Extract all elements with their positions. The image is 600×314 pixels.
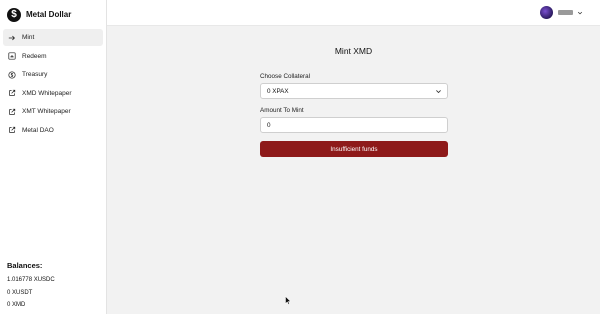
balance-line: 0 XMD: [7, 302, 26, 308]
sidebar-item-xmd-whitepaper[interactable]: XMD Whitepaper: [3, 85, 103, 102]
sidebar-item-mint[interactable]: Mint: [3, 29, 103, 46]
balances-title: Balances:: [7, 261, 43, 270]
mint-submit-button[interactable]: Insufficient funds: [260, 141, 448, 157]
sidebar-item-label: Treasury: [22, 71, 48, 78]
balances-panel: Balances: 1.016778 XUSDC 0 XUSDT 0 XMD: [7, 261, 55, 312]
arrow-right-icon: [8, 34, 16, 42]
chevron-down-icon: [577, 10, 583, 16]
sidebar-item-label: Metal DAO: [22, 126, 54, 134]
top-bar: [107, 0, 600, 26]
sidebar-item-label: XMD Whitepaper: [22, 89, 72, 97]
balance-line: 1.016778 XUSDC: [7, 277, 55, 283]
sidebar-item-metal-dao[interactable]: Metal DAO: [3, 122, 103, 139]
balance-line: 0 XUSDT: [7, 289, 33, 296]
account-name-redacted: [558, 10, 573, 15]
collateral-select[interactable]: 0 XPAX: [260, 83, 448, 99]
amount-input[interactable]: 0: [260, 117, 448, 133]
sidebar-item-label: Mint: [22, 34, 35, 41]
main-panel: Mint XMD Choose Collateral 0 XPAX Amount…: [107, 26, 600, 314]
dollar-circle-icon: [8, 70, 16, 79]
sidebar-item-treasury[interactable]: Treasury: [3, 66, 103, 83]
mouse-cursor-icon: [285, 296, 291, 305]
sidebar-nav: Mint Redeem Treasury XMD Whitepaper XMT …: [3, 29, 103, 140]
collateral-value: 0 XPAX: [267, 87, 289, 95]
collateral-label: Choose Collateral: [260, 73, 311, 80]
external-link-icon: [8, 108, 16, 116]
redeem-icon: [8, 52, 16, 60]
account-menu[interactable]: [540, 6, 583, 19]
sidebar-item-xmt-whitepaper[interactable]: XMT Whitepaper: [3, 103, 103, 120]
amount-label: Amount To Mint: [260, 107, 304, 114]
sidebar-item-redeem[interactable]: Redeem: [3, 48, 103, 65]
sidebar: $ Metal Dollar Mint Redeem Treasury XMD …: [0, 0, 107, 314]
sidebar-item-label: Redeem: [22, 52, 47, 60]
dollar-logo-icon: $: [7, 7, 21, 22]
brand-name: Metal Dollar: [26, 10, 72, 19]
external-link-icon: [8, 126, 16, 134]
brand[interactable]: $ Metal Dollar: [7, 7, 71, 22]
chevron-down-icon: [435, 88, 442, 95]
external-link-icon: [8, 89, 16, 97]
page-title: Mint XMD: [334, 46, 373, 56]
amount-value: 0: [267, 121, 271, 129]
avatar: [540, 6, 553, 19]
sidebar-item-label: XMT Whitepaper: [22, 108, 71, 115]
